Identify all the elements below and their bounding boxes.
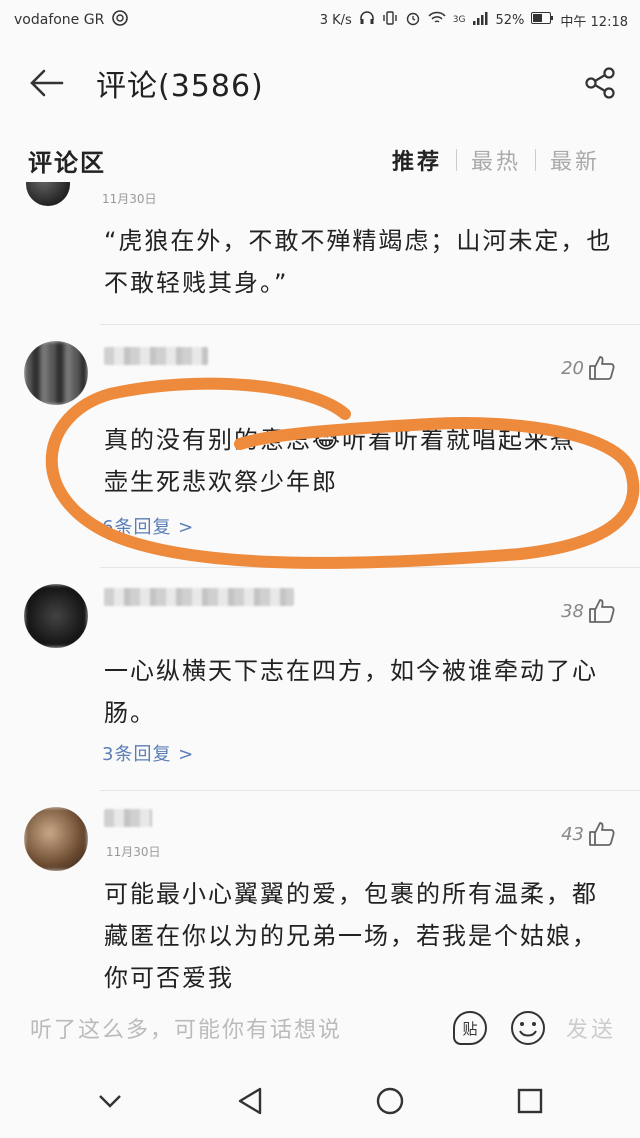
square-recents-icon <box>517 1088 543 1114</box>
network-type: 3G <box>452 15 466 25</box>
section-title: 评论区 <box>28 148 106 177</box>
share-button[interactable] <box>578 61 622 105</box>
alarm-icon <box>405 10 421 30</box>
comment-date: 11月30日 <box>102 192 157 206</box>
carrier-label: vodafone GR <box>14 12 105 28</box>
thumbs-up-icon <box>589 356 615 380</box>
tab-hottest[interactable]: 最热 <box>457 144 535 176</box>
like-count: 20 <box>561 357 584 379</box>
view-replies-link[interactable]: 6条回复 > <box>102 513 194 539</box>
username[interactable] <box>104 809 152 827</box>
system-nav-bar <box>0 1064 640 1138</box>
avatar[interactable] <box>24 341 88 405</box>
list-item: 20 真的没有别的意思😂听着听着就唱起来煮一壶生死悲欢祭少年郎 6条回复 > <box>0 325 640 567</box>
sticker-icon: 贴 <box>452 1010 487 1045</box>
comment-text: 可能最小心翼翼的爱，包裹的所有温柔，都藏匿在你以为的兄弟一场，若我是个姑娘，你可… <box>104 880 598 992</box>
app-header: 评论(3586) <box>0 48 640 118</box>
tab-recommended[interactable]: 推荐 <box>378 144 456 176</box>
sort-tabs: 推荐 最热 最新 <box>378 144 614 176</box>
sticker-label: 贴 <box>462 1020 477 1038</box>
battery-percent: 52% <box>495 12 525 28</box>
like-button[interactable]: 43 <box>561 821 616 847</box>
view-replies-link[interactable]: 3条回复 > <box>102 740 194 766</box>
nav-recents-button[interactable] <box>505 1076 555 1126</box>
headphone-icon <box>359 10 375 30</box>
tab-newest[interactable]: 最新 <box>536 144 614 176</box>
arrow-left-icon <box>30 69 64 97</box>
avatar[interactable] <box>24 807 88 871</box>
sticker-button[interactable]: 贴 <box>450 1008 490 1048</box>
send-button[interactable]: 发送 <box>566 1012 616 1044</box>
page-title: 评论(3586) <box>96 69 264 104</box>
back-button[interactable] <box>24 61 68 105</box>
avatar[interactable] <box>26 182 70 206</box>
list-item: 11月30日 “虎狼在外，不敢不殚精竭虑；山河未定，也不敢轻贱其身。” <box>0 182 640 324</box>
username[interactable] <box>104 347 208 365</box>
like-count: 43 <box>561 823 584 845</box>
nav-back-button[interactable] <box>225 1076 275 1126</box>
vibrate-icon <box>382 10 398 30</box>
triangle-back-icon <box>238 1087 262 1115</box>
username[interactable] <box>104 588 294 606</box>
comment-text: 真的没有别的意思😂听着听着就唱起来煮一壶生死悲欢祭少年郎 <box>104 426 603 496</box>
comment-date: 11月30日 <box>106 845 161 859</box>
smiley-icon <box>510 1011 545 1045</box>
nav-home-button[interactable] <box>365 1076 415 1126</box>
avatar[interactable] <box>24 584 88 648</box>
list-item: 38 一心纵横天下志在四方，如今被谁牵动了心肠。 3条回复 > <box>0 568 640 790</box>
status-bar: vodafone GR 3 K/s 3G 52% 中午 12:18 <box>0 0 640 40</box>
like-button[interactable]: 38 <box>561 598 616 624</box>
wifi-icon <box>428 11 446 29</box>
chevron-down-icon <box>99 1095 121 1108</box>
comment-list[interactable]: 11月30日 “虎狼在外，不敢不殚精竭虑；山河未定，也不敢轻贱其身。” 20 真… <box>0 182 640 992</box>
thumbs-up-icon <box>589 822 615 846</box>
comment-input[interactable]: 听了这么多，可能你有话想说 <box>30 1012 432 1044</box>
signal-icon <box>472 11 488 29</box>
like-count: 38 <box>561 600 584 622</box>
comment-text: “虎狼在外，不敢不殚精竭虑；山河未定，也不敢轻贱其身。” <box>104 227 613 297</box>
battery-icon <box>531 12 554 28</box>
comment-text: 一心纵横天下志在四方，如今被谁牵动了心肠。 <box>104 657 598 727</box>
app-notification-icon <box>111 9 129 31</box>
like-button[interactable]: 20 <box>561 355 616 381</box>
nav-collapse-button[interactable] <box>85 1076 135 1126</box>
network-speed: 3 K/s <box>319 12 352 28</box>
clock: 中午 12:18 <box>560 14 628 30</box>
emoji-button[interactable] <box>508 1008 548 1048</box>
share-icon <box>585 67 615 99</box>
comment-input-bar: 听了这么多，可能你有话想说 贴 发送 <box>0 992 640 1064</box>
circle-home-icon <box>376 1087 404 1115</box>
thumbs-up-icon <box>589 599 615 623</box>
list-item: 43 11月30日 可能最小心翼翼的爱，包裹的所有温柔，都藏匿在你以为的兄弟一场… <box>0 791 640 992</box>
comment-section-header: 评论区 推荐 最热 最新 <box>0 138 640 182</box>
